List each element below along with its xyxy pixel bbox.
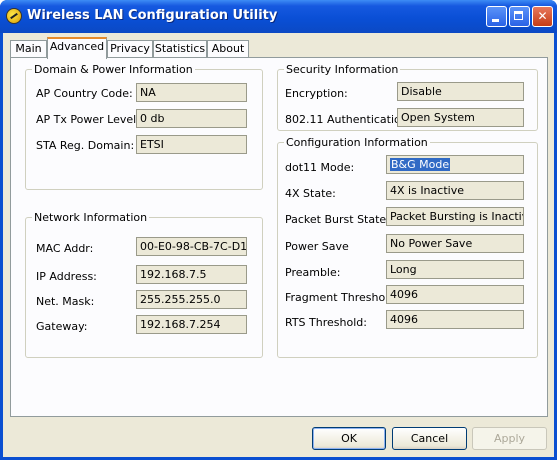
dot11-mode-value: B&G Mode [386,155,524,174]
mac-addr-value: 00-E0-98-CB-7C-D1 [136,237,247,256]
window-title: Wireless LAN Configuration Utility [27,8,278,23]
minimize-button[interactable] [486,6,507,27]
security-info-group: Security Information Encryption: Disable… [277,63,538,131]
tab-main[interactable]: Main [10,40,47,58]
rts-threshold-value: 4096 [386,310,524,329]
wireless-app-icon [6,8,22,24]
ap-country-code-value: NA [136,83,247,102]
configuration-info-group: Configuration Information dot11 Mode: B&… [277,136,538,358]
ok-button[interactable]: OK [312,427,386,450]
fragment-threshold-value: 4096 [386,285,524,304]
encryption-value: Disable [397,82,524,101]
power-save-label: Power Save [285,240,349,253]
client-area: Main Advanced Privacy Statistics About D… [3,33,554,457]
ap-country-code-label: AP Country Code: [36,87,133,100]
net-mask-value: 255.255.255.0 [136,290,247,309]
tab-advanced[interactable]: Advanced [47,37,107,59]
app-window: Wireless LAN Configuration Utility ✕ Mai… [0,0,557,460]
group-title: Domain & Power Information [32,63,195,76]
authentication-label: 802.11 Authentication: [285,113,412,126]
cancel-button[interactable]: Cancel [392,427,467,450]
power-save-value: No Power Save [386,234,524,253]
packet-burst-value: Packet Bursting is Inactive [386,207,524,226]
maximize-icon [514,11,523,20]
ip-address-value: 192.168.7.5 [136,265,247,284]
apply-button[interactable]: Apply [472,427,547,450]
sta-reg-domain-value: ETSI [136,135,247,154]
minimize-icon [492,19,499,22]
maximize-button[interactable] [509,6,530,27]
dot11-mode-label: dot11 Mode: [285,161,355,174]
mac-addr-label: MAC Addr: [36,242,94,255]
fragment-threshold-label: Fragment Threshold: [285,291,399,304]
domain-power-group: Domain & Power Information AP Country Co… [25,63,263,190]
group-title: Network Information [32,211,150,224]
preamble-label: Preamble: [285,266,341,279]
group-title: Configuration Information [284,136,430,149]
gateway-value: 192.168.7.254 [136,315,247,334]
tab-statistics[interactable]: Statistics [153,40,207,58]
net-mask-label: Net. Mask: [36,295,95,308]
packet-burst-label: Packet Burst State: [285,213,390,226]
tab-about[interactable]: About [207,40,249,58]
group-title: Security Information [284,63,401,76]
preamble-value: Long [386,260,524,279]
advanced-tab-page: Domain & Power Information AP Country Co… [10,57,548,417]
encryption-label: Encryption: [285,87,348,100]
authentication-value: Open System [397,108,524,127]
dot11-mode-selected-text: B&G Mode [390,158,451,171]
rts-threshold-label: RTS Threshold: [285,316,367,329]
4x-state-label: 4X State: [285,187,336,200]
network-info-group: Network Information MAC Addr: 00-E0-98-C… [25,211,263,358]
close-button[interactable]: ✕ [532,6,553,27]
ip-address-label: IP Address: [36,270,97,283]
sta-reg-domain-label: STA Reg. Domain: [36,139,135,152]
4x-state-value: 4X is Inactive [386,181,524,200]
ap-tx-power-label: AP Tx Power Level: [36,113,140,126]
close-icon: ✕ [537,9,548,23]
title-bar[interactable]: Wireless LAN Configuration Utility ✕ [0,0,557,33]
ap-tx-power-value: 0 db [136,109,247,128]
tab-privacy[interactable]: Privacy [107,40,153,58]
gateway-label: Gateway: [36,320,88,333]
